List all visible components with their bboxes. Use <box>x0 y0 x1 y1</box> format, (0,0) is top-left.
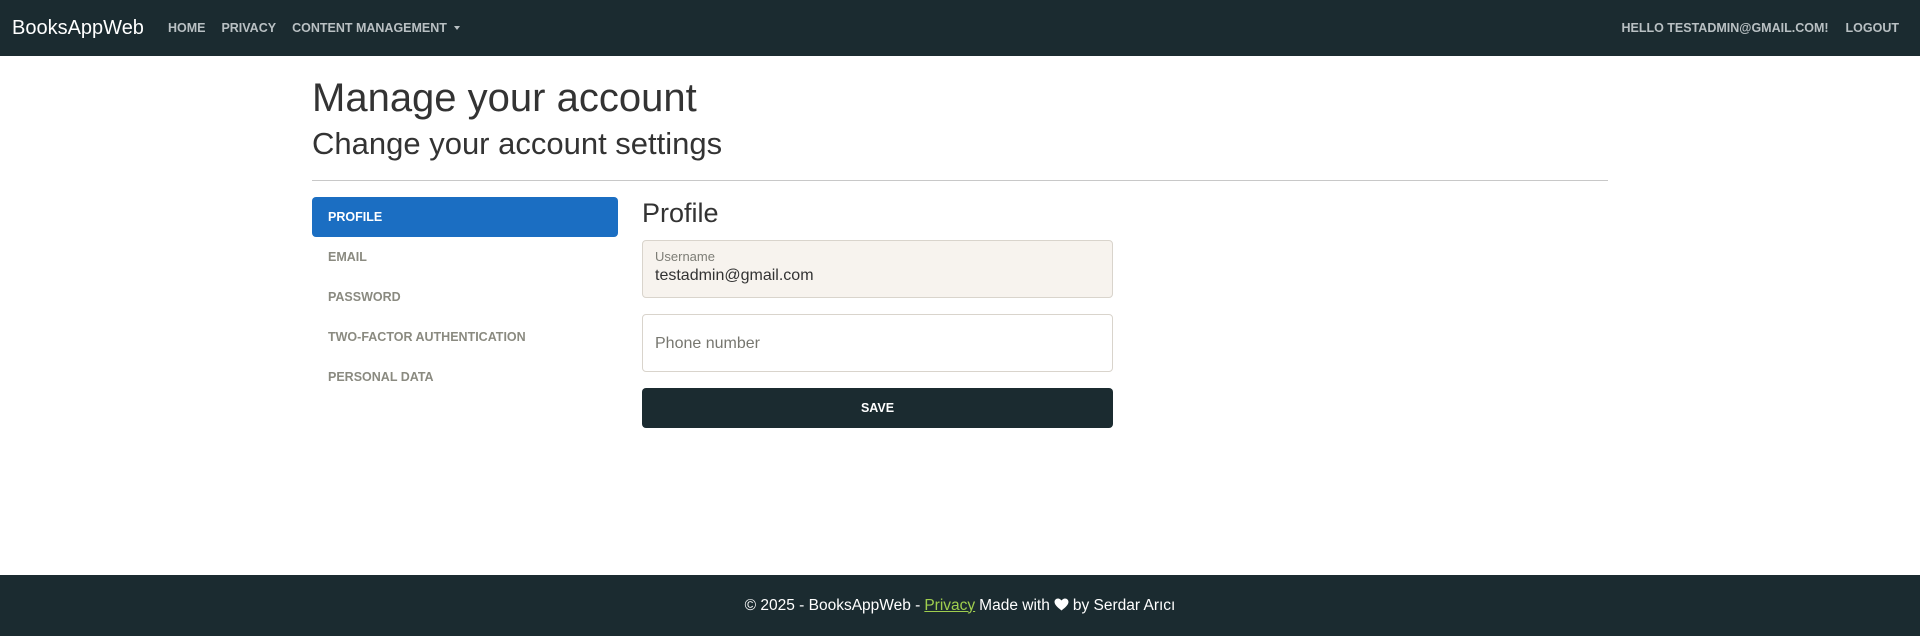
sidebar-item-two-factor[interactable]: Two-factor authentication <box>312 317 618 357</box>
nav-privacy-link[interactable]: Privacy <box>221 21 276 35</box>
account-layout: Profile Email Password Two-factor authen… <box>312 197 1608 428</box>
username-value: testadmin@gmail.com <box>655 266 814 284</box>
user-greeting-link[interactable]: Hello testadmin@gmail.com! <box>1621 21 1828 35</box>
main-container: Manage your account Change your account … <box>312 56 1608 428</box>
footer-made-with: Made with <box>979 596 1050 614</box>
profile-form: Profile Username testadmin@gmail.com Pho… <box>642 197 1113 428</box>
brand-link[interactable]: BooksAppWeb <box>12 17 144 40</box>
section-divider <box>312 180 1608 182</box>
page-title: Manage your account <box>312 76 697 120</box>
heart-icon <box>1054 596 1069 616</box>
footer-author: by Serdar Arıcı <box>1072 596 1176 614</box>
sidebar-item-profile[interactable]: Profile <box>312 197 618 238</box>
account-sidebar: Profile Email Password Two-factor authen… <box>312 197 618 427</box>
sidebar-item-password[interactable]: Password <box>312 277 618 317</box>
sidebar-item-personal-data[interactable]: Personal data <box>312 357 618 397</box>
nav-links: Home Privacy Content Management <box>168 21 460 35</box>
username-label: Username <box>655 248 715 264</box>
logout-button[interactable]: Logout <box>1846 21 1899 35</box>
page-subtitle: Change your account settings <box>312 126 723 161</box>
sidebar-item-email[interactable]: Email <box>312 237 618 277</box>
footer-copyright: © 2025 - BooksAppWeb - <box>744 596 921 614</box>
nav-content-management-dropdown[interactable]: Content Management <box>292 21 460 35</box>
footer-privacy-link[interactable]: Privacy <box>924 597 975 615</box>
username-field[interactable]: Username testadmin@gmail.com <box>642 239 1113 298</box>
save-button[interactable]: Save <box>642 387 1113 428</box>
phone-number-placeholder: Phone number <box>655 334 760 352</box>
phone-number-field[interactable]: Phone number <box>642 313 1113 372</box>
top-navbar: BooksAppWeb Home Privacy Content Managem… <box>0 0 1920 56</box>
caret-down-icon <box>453 26 460 30</box>
profile-section-title: Profile <box>642 198 719 229</box>
nav-content-management-label: Content Management <box>292 21 447 35</box>
nav-home-link[interactable]: Home <box>168 21 206 35</box>
nav-user-area: Hello testadmin@gmail.com! Logout <box>1621 21 1908 35</box>
page-footer: © 2025 - BooksAppWeb - Privacy Made with… <box>0 575 1920 636</box>
